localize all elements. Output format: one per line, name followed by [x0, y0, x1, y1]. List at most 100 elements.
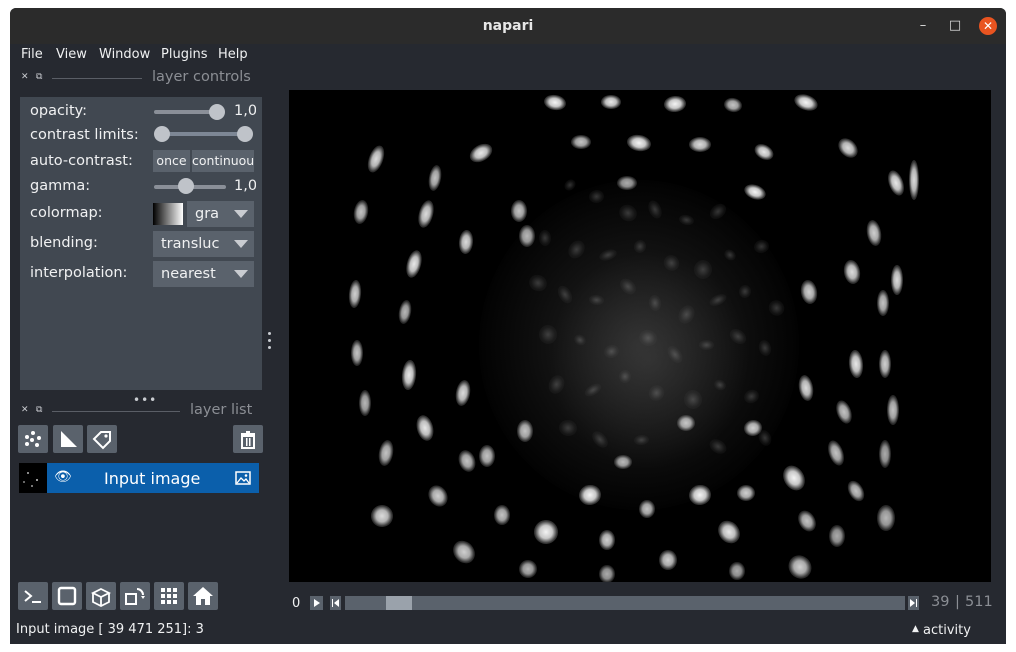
- image-spot: [426, 164, 444, 192]
- play-icon: [314, 599, 320, 607]
- image-spot: [364, 143, 388, 175]
- blending-value: transluc: [161, 236, 220, 252]
- blending-select[interactable]: transluc: [153, 231, 254, 257]
- cube-icon: [90, 587, 112, 608]
- grid-view-button[interactable]: [154, 582, 184, 610]
- opacity-value[interactable]: 1,0: [234, 103, 256, 119]
- colormap-select[interactable]: gra: [187, 201, 254, 227]
- image-spot: [689, 137, 711, 152]
- new-labels-layer-button[interactable]: [87, 425, 117, 453]
- delete-layer-button[interactable]: [233, 425, 263, 453]
- image-spot: [751, 140, 777, 164]
- maximize-button[interactable]: □: [947, 18, 963, 34]
- image-spot: [847, 349, 865, 379]
- transpose-button[interactable]: [120, 582, 150, 610]
- image-spot: [366, 500, 398, 532]
- image-spot: [400, 359, 418, 391]
- layer-list-title: layer list: [190, 402, 253, 418]
- close-button[interactable]: ✕: [979, 17, 997, 35]
- image-spot: [453, 378, 473, 408]
- image-spot: [834, 134, 862, 162]
- panel-splitter-handle[interactable]: •••: [133, 393, 157, 407]
- layer-item[interactable]: 👁 Input image: [19, 463, 259, 493]
- opacity-slider-handle[interactable]: [209, 104, 225, 120]
- image-spot: [466, 140, 496, 166]
- image-spot: [614, 455, 632, 469]
- image-spot: [879, 350, 891, 378]
- image-spot: [737, 485, 755, 501]
- step-back-button[interactable]: [330, 596, 341, 610]
- gamma-value[interactable]: 1,0: [234, 178, 256, 194]
- gamma-slider-handle[interactable]: [178, 178, 194, 194]
- toggle-ndisplay-button[interactable]: [52, 582, 82, 610]
- image-spot: [877, 290, 889, 316]
- transpose-icon: [125, 588, 145, 605]
- trash-icon: [241, 431, 255, 449]
- menu-plugins[interactable]: Plugins: [161, 47, 208, 62]
- image-spot: [698, 339, 715, 351]
- dock-close-icon[interactable]: ✕: [21, 405, 29, 415]
- step-forward-button[interactable]: [908, 596, 919, 610]
- image-spot: [351, 340, 363, 366]
- eye-icon[interactable]: 👁: [54, 469, 72, 485]
- image-spot: [783, 550, 817, 582]
- layer-thumbnail: [19, 463, 47, 493]
- shapes-icon: [61, 431, 77, 447]
- reset-view-button[interactable]: [188, 582, 218, 610]
- image-icon: [235, 471, 251, 485]
- image-spot: [519, 225, 535, 247]
- console-button[interactable]: [18, 582, 48, 610]
- image-spot: [729, 562, 745, 580]
- interpolation-label: interpolation:: [30, 265, 128, 281]
- image-spot: [413, 413, 437, 443]
- image-spot: [397, 299, 413, 325]
- dims-slider-handle[interactable]: [386, 596, 412, 610]
- menu-window[interactable]: Window: [99, 47, 150, 62]
- interpolation-select[interactable]: nearest: [153, 261, 254, 287]
- dock-float-icon[interactable]: ⧉: [36, 405, 42, 415]
- contrast-min-handle[interactable]: [154, 126, 170, 142]
- dock-float-icon[interactable]: ⧉: [36, 72, 42, 82]
- menu-help[interactable]: Help: [218, 47, 248, 62]
- image-spot: [516, 557, 540, 581]
- image-spot: [722, 96, 744, 114]
- minimize-button[interactable]: –: [915, 18, 931, 34]
- menu-view[interactable]: View: [56, 47, 87, 62]
- play-button[interactable]: [310, 596, 323, 610]
- activity-button[interactable]: activity: [923, 623, 971, 638]
- image-spot: [571, 135, 591, 149]
- image-spot: [639, 500, 655, 518]
- contrast-max-handle[interactable]: [237, 126, 253, 142]
- contrast-limits-slider[interactable]: [162, 132, 246, 136]
- image-canvas[interactable]: [289, 90, 991, 582]
- dock-splitter-handle[interactable]: [268, 332, 272, 350]
- dims-separator: |: [955, 594, 960, 610]
- roll-dims-button[interactable]: [86, 582, 116, 610]
- menu-file[interactable]: File: [21, 47, 43, 62]
- image-spot: [517, 420, 533, 442]
- auto-contrast-once-button[interactable]: once: [153, 150, 190, 172]
- image-spot: [448, 536, 480, 568]
- layer-name[interactable]: Input image: [104, 469, 200, 488]
- image-spot: [529, 515, 563, 549]
- points-icon: [25, 431, 41, 447]
- image-spot: [864, 218, 884, 248]
- auto-contrast-label: auto-contrast:: [30, 153, 133, 169]
- dock-close-icon[interactable]: ✕: [21, 72, 29, 82]
- dims-start-label: 0: [292, 596, 301, 611]
- layer-controls-title: layer controls: [152, 69, 251, 85]
- auto-contrast-continuous-button[interactable]: continuou: [192, 150, 254, 172]
- window-title: napari: [482, 18, 534, 34]
- new-shapes-layer-button[interactable]: [53, 425, 83, 453]
- image-spot: [844, 477, 868, 505]
- image-spot: [415, 198, 437, 230]
- colormap-label: colormap:: [30, 205, 103, 221]
- image-spot: [376, 438, 396, 468]
- dims-slider[interactable]: [345, 596, 905, 610]
- image-spot: [601, 95, 621, 109]
- terminal-icon: [24, 590, 41, 603]
- new-points-layer-button[interactable]: [18, 425, 48, 453]
- dims-current-value[interactable]: 39: [931, 594, 949, 610]
- activity-arrow-icon[interactable]: ▲: [912, 624, 919, 634]
- image-spot: [884, 168, 908, 198]
